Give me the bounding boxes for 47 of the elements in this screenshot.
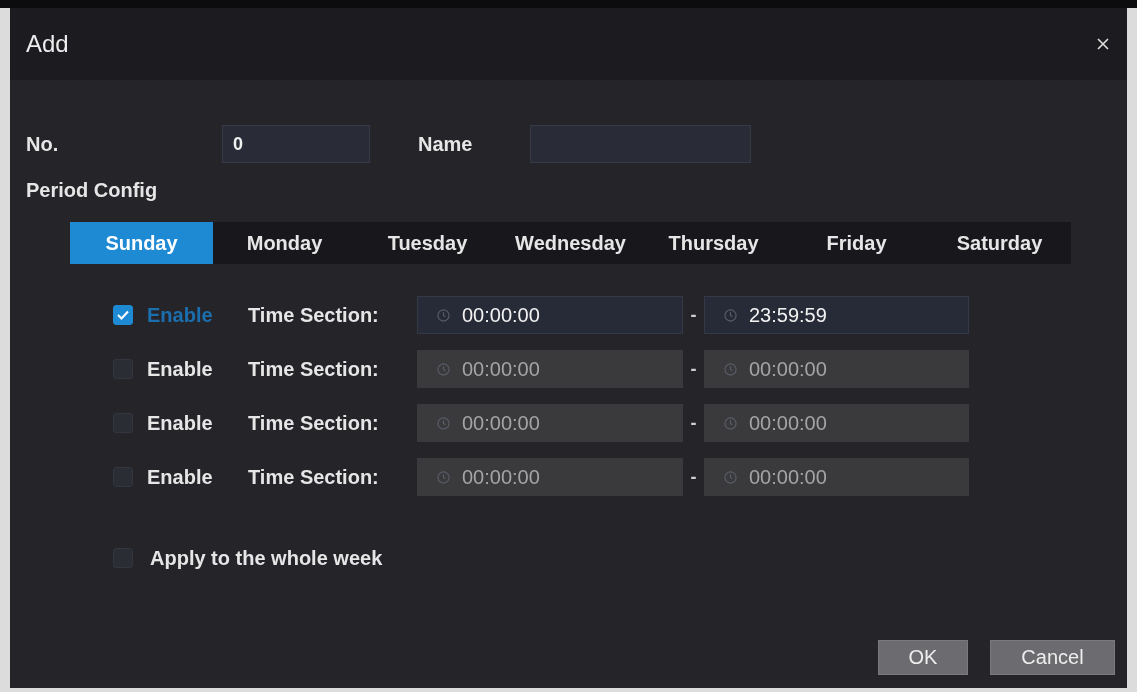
clock-icon — [437, 470, 450, 484]
section-label: Period Config — [26, 178, 158, 202]
day-tab[interactable]: Saturday — [928, 222, 1071, 264]
clock-icon — [724, 308, 737, 322]
day-tab[interactable]: Thursday — [642, 222, 785, 264]
day-tab[interactable]: Sunday — [70, 222, 213, 264]
time-field[interactable]: 00:00:00 — [704, 458, 969, 496]
text-field[interactable]: 0 — [222, 125, 370, 163]
dialog-button[interactable]: Cancel — [990, 640, 1115, 675]
day-tab[interactable]: Friday — [785, 222, 928, 264]
range-separator: - — [689, 412, 698, 434]
day-tab[interactable]: Monday — [213, 222, 356, 264]
range-separator: - — [689, 466, 698, 488]
dialog-button[interactable]: OK — [878, 640, 968, 675]
time-section-label: Time Section: — [248, 411, 379, 435]
range-separator: - — [689, 358, 698, 380]
enable-label: Enable — [147, 357, 213, 381]
dialog-title: Add — [26, 30, 69, 58]
clock-icon — [724, 470, 737, 484]
close-icon[interactable] — [1097, 38, 1109, 50]
time-field[interactable]: 00:00:00 — [417, 350, 683, 388]
time-field[interactable]: 00:00:00 — [417, 296, 683, 334]
time-section-label: Time Section: — [248, 357, 379, 381]
time-field[interactable]: 00:00:00 — [704, 404, 969, 442]
apply-week-label: Apply to the whole week — [150, 546, 383, 570]
checkbox[interactable] — [113, 305, 133, 325]
clock-icon — [437, 362, 450, 376]
clock-icon — [724, 416, 737, 430]
enable-label: Enable — [147, 303, 213, 327]
clock-icon — [437, 308, 450, 322]
time-field[interactable]: 23:59:59 — [704, 296, 969, 334]
time-section-label: Time Section: — [248, 465, 379, 489]
time-field[interactable]: 00:00:00 — [417, 458, 683, 496]
text-field[interactable] — [530, 125, 751, 163]
day-tab[interactable]: Tuesday — [356, 222, 499, 264]
range-separator: - — [689, 304, 698, 326]
clock-icon — [724, 362, 737, 376]
field-label: Name — [418, 132, 474, 156]
time-field[interactable]: 00:00:00 — [417, 404, 683, 442]
clock-icon — [437, 416, 450, 430]
day-tab[interactable]: Wednesday — [499, 222, 642, 264]
enable-label: Enable — [147, 465, 213, 489]
field-label: No. — [26, 132, 60, 156]
enable-label: Enable — [147, 411, 213, 435]
time-section-label: Time Section: — [248, 303, 379, 327]
check-icon — [117, 310, 129, 320]
time-field[interactable]: 00:00:00 — [704, 350, 969, 388]
